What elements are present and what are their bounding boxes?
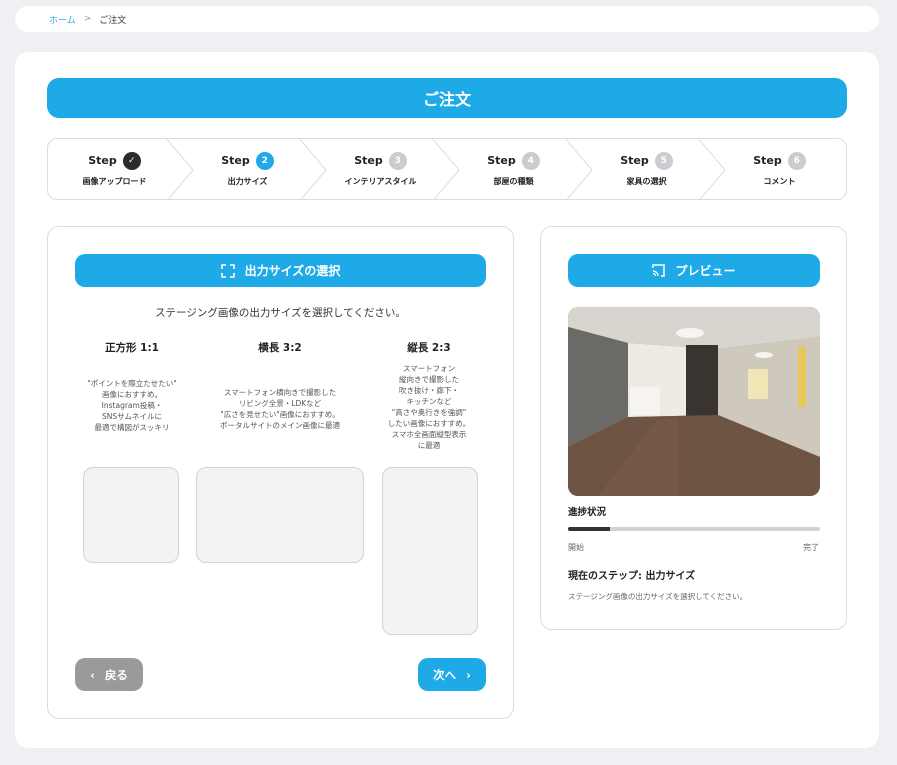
room-preview-image xyxy=(568,307,820,496)
option-landscape-title: 横長 3:2 xyxy=(258,342,302,354)
step-2: Step 2 出力サイズ xyxy=(181,139,327,199)
step-divider-icon xyxy=(564,139,593,199)
step-6-text: Step xyxy=(753,154,782,167)
step-5-label: 家具の選択 xyxy=(626,176,667,186)
step-6-badge: 6 xyxy=(787,151,806,170)
step-divider-icon xyxy=(697,139,726,199)
option-landscape-desc: スマートフォン横向きで撮影した リビング全景・LDKなど "広さを見せたい"画像… xyxy=(220,388,340,430)
step-divider-icon xyxy=(298,139,327,199)
breadcrumb-separator: > xyxy=(83,14,92,24)
step-divider-icon xyxy=(431,139,460,199)
progress-bar xyxy=(568,527,820,531)
step-1-label: 画像アップロード xyxy=(82,176,147,186)
step-4-label: 部屋の種類 xyxy=(493,176,534,186)
size-selection-card: 出力サイズの選択 ステージング画像の出力サイズを選択してください。 正方形 1:… xyxy=(47,226,514,719)
back-button-label: 戻る xyxy=(104,667,128,682)
option-square-title: 正方形 1:1 xyxy=(105,342,159,354)
progress-bar-fill xyxy=(568,527,611,531)
step-2-badge: 2 xyxy=(255,151,274,170)
check-icon: ✓ xyxy=(122,151,141,170)
step-5-text: Step xyxy=(620,154,649,167)
chevron-left-icon: ‹ xyxy=(90,667,95,682)
expand-icon xyxy=(220,263,235,278)
size-section-title: 出力サイズの選択 xyxy=(244,264,341,278)
preview-card: プレビュー 進捗状況 開始 完了 現在のステップ: 出力サイズ ステージング画像… xyxy=(540,226,847,630)
next-button[interactable]: 次へ › xyxy=(418,658,486,691)
current-step-text: 現在のステップ: 出力サイズ xyxy=(568,571,696,582)
step-5-badge: 5 xyxy=(654,151,673,170)
next-button-label: 次へ xyxy=(433,667,457,682)
progress-start-label: 開始 xyxy=(568,543,584,552)
page-title: ご注文 xyxy=(47,78,847,118)
step-3-label: インテリアスタイル xyxy=(344,176,417,186)
step-4: Step 4 部屋の種類 xyxy=(447,139,593,199)
option-square-desc: "ポイントを際立たせたい" 画像におすすめ。 Instagram投稿・ SNSサ… xyxy=(87,379,177,432)
size-instruction: ステージング画像の出力サイズを選択してください。 xyxy=(155,307,406,319)
chevron-right-icon: › xyxy=(466,667,471,682)
breadcrumb-home-link[interactable]: ホーム xyxy=(49,13,76,26)
step-2-text: Step xyxy=(221,154,250,167)
option-portrait-desc: スマートフォン 縦向きで撮影した 吹き抜け・廊下・ キッチンなど "高さや奥行き… xyxy=(387,364,471,450)
option-portrait-title: 縦長 2:3 xyxy=(407,342,451,354)
preview-section-title: プレビュー xyxy=(675,264,736,278)
progress-label: 進捗状況 xyxy=(568,507,607,518)
order-card: ご注文 Step ✓ 画像アップロード Step 2 出力サイズ Step 3 … xyxy=(15,52,879,748)
step-4-text: Step xyxy=(487,154,516,167)
breadcrumb-current: ご注文 xyxy=(99,15,127,26)
option-landscape-box[interactable] xyxy=(196,467,364,563)
size-section-header: 出力サイズの選択 xyxy=(75,254,486,287)
step-4-badge: 4 xyxy=(521,151,540,170)
breadcrumb: ホーム > ご注文 xyxy=(15,6,879,32)
step-2-label: 出力サイズ xyxy=(227,176,268,186)
step-divider-icon xyxy=(165,139,194,199)
step-1: Step ✓ 画像アップロード xyxy=(48,139,194,199)
progress-end-label: 完了 xyxy=(803,543,819,552)
back-button[interactable]: ‹ 戻る xyxy=(75,658,143,691)
step-6: Step 6 コメント xyxy=(713,139,846,199)
option-square-box[interactable] xyxy=(83,467,179,563)
preview-section-header: プレビュー xyxy=(568,254,820,287)
option-portrait-box[interactable] xyxy=(382,467,478,635)
step-5: Step 5 家具の選択 xyxy=(580,139,726,199)
step-3-badge: 3 xyxy=(388,151,407,170)
step-6-label: コメント xyxy=(763,176,796,186)
step-3: Step 3 インテリアスタイル xyxy=(314,139,460,199)
step-progress: Step ✓ 画像アップロード Step 2 出力サイズ Step 3 インテリ… xyxy=(47,138,847,200)
step-3-text: Step xyxy=(354,154,383,167)
step-1-text: Step xyxy=(88,154,117,167)
current-step-description: ステージング画像の出力サイズを選択してください。 xyxy=(568,592,748,601)
cast-icon xyxy=(652,264,666,277)
